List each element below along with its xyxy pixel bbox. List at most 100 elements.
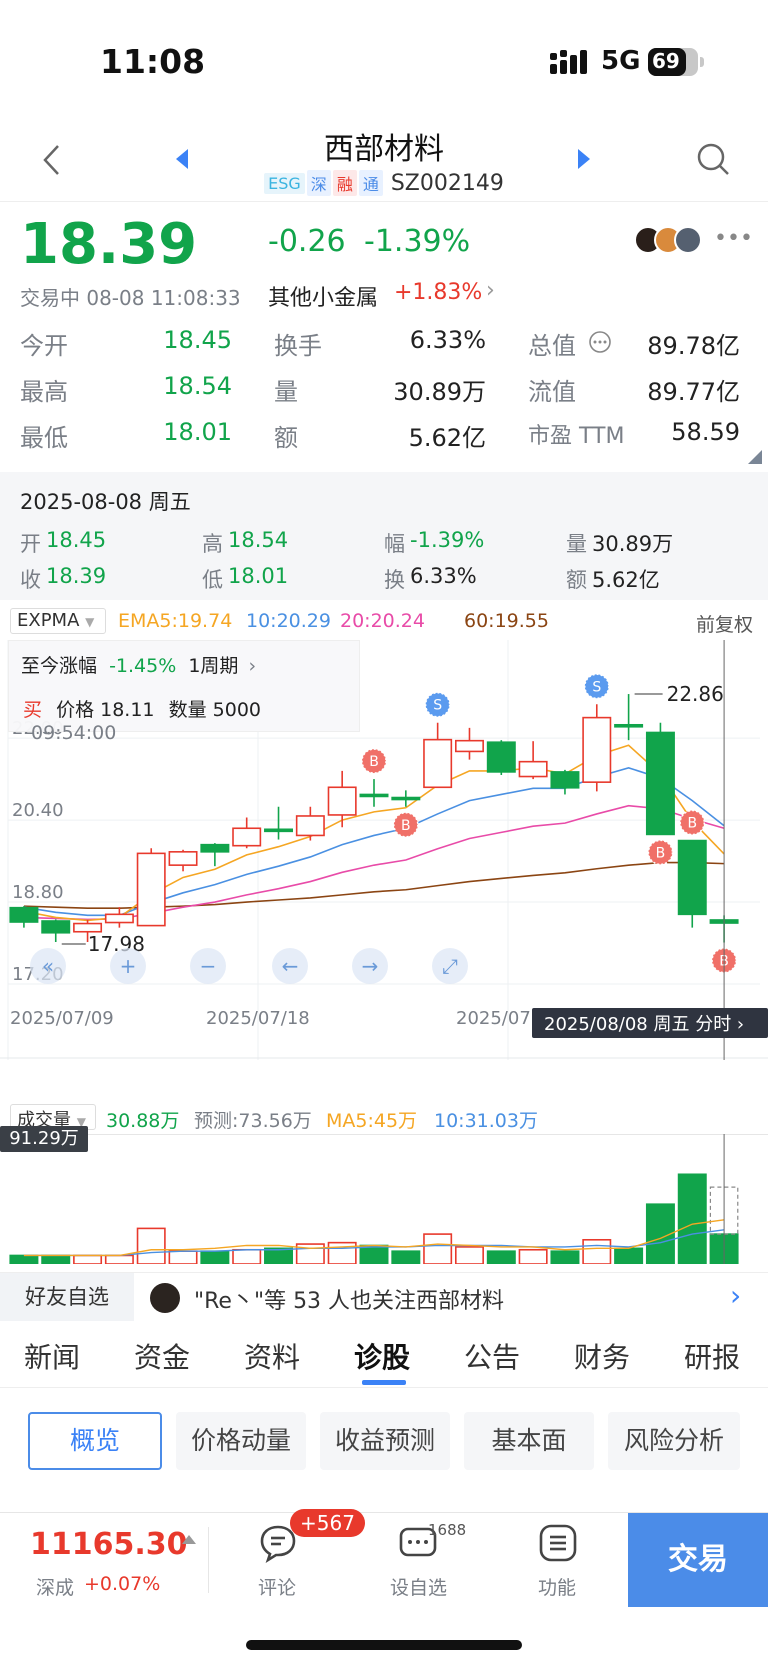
subtab-earnings-forecast[interactable]: 收益预测 — [320, 1412, 450, 1470]
scroll-right-icon[interactable]: → — [352, 948, 388, 984]
volume-bar — [423, 1233, 453, 1264]
subtab-risk-analysis[interactable]: 风险分析 — [608, 1412, 740, 1470]
day-date: 2025-08-08 周五 — [20, 490, 191, 514]
tab-announcements[interactable]: 公告 — [464, 1336, 520, 1376]
candle — [486, 740, 516, 775]
tab-diagnosis[interactable]: 诊股 — [354, 1336, 410, 1376]
interval-period[interactable]: 1周期 — [188, 655, 238, 677]
search-icon[interactable] — [696, 142, 730, 178]
tab-news[interactable]: 新闻 — [24, 1336, 80, 1376]
candle-body — [104, 913, 134, 924]
index-value[interactable]: 11165.30 — [30, 1527, 188, 1562]
more-icon[interactable]: ••• — [714, 226, 753, 251]
subtab-fundamentals[interactable]: 基本面 — [464, 1412, 594, 1470]
volume-bar — [391, 1250, 421, 1264]
avatar — [150, 1283, 180, 1313]
chevron-right-icon[interactable]: › — [730, 1279, 741, 1312]
day-label: 幅 — [384, 532, 405, 556]
signal-label: S — [433, 698, 442, 714]
day-value: 18.01 — [228, 564, 289, 588]
day-value: 18.45 — [46, 528, 107, 552]
candle-body — [136, 852, 166, 927]
ema5-value: EMA5:19.74 — [118, 610, 233, 632]
fullscreen-icon[interactable]: ⤢ — [432, 948, 468, 984]
friends-label: 好友自选 — [0, 1273, 134, 1321]
friends-watch-bar[interactable]: 好友自选 "Re丶"等 53 人也关注西部材料 › — [0, 1272, 768, 1321]
info-dots-icon[interactable] — [588, 330, 612, 354]
tab-research[interactable]: 研报 — [684, 1336, 740, 1376]
nav-button-glyph: ⤢ — [442, 954, 458, 978]
tag-esg[interactable]: ESG — [264, 172, 305, 194]
signal-marker: S — [584, 673, 610, 700]
tab-profile[interactable]: 资料 — [244, 1336, 300, 1376]
stat-label: 量 — [274, 378, 298, 406]
zoom-in-icon[interactable]: + — [110, 948, 146, 984]
candle — [9, 906, 39, 928]
menu-icon[interactable] — [538, 1523, 578, 1563]
y-tick-label: 20.40 — [12, 800, 64, 821]
x-tick-label: 2025/07 — [456, 1008, 531, 1029]
volume-bar — [136, 1227, 166, 1264]
price-change: -0.26 — [268, 224, 346, 259]
zoom-out-icon[interactable]: − — [190, 948, 226, 984]
tag-rong: 融 — [332, 170, 357, 196]
nav-button-glyph: ← — [282, 954, 299, 978]
sector-name[interactable]: 其他小金属 — [268, 280, 378, 312]
chevron-right-icon[interactable]: › — [248, 655, 256, 677]
function-label: 功能 — [538, 1577, 577, 1599]
trade-button[interactable]: 交易 — [628, 1513, 768, 1607]
indicator-select[interactable]: EXPMA ▼ — [10, 608, 106, 634]
home-indicator[interactable] — [246, 1640, 522, 1650]
tab-financials[interactable]: 财务 — [574, 1336, 630, 1376]
price-change-pct: -1.39% — [364, 224, 471, 259]
indicator-select-label: EXPMA — [17, 610, 80, 631]
candle — [454, 727, 484, 760]
signal-marker: S — [424, 691, 451, 718]
stat-label: 最低 — [20, 424, 68, 452]
active-tab-indicator — [362, 1380, 406, 1385]
stock-code: SZ002149 — [390, 170, 504, 196]
next-stock-icon[interactable] — [576, 148, 592, 170]
volume-bar — [168, 1250, 198, 1264]
day-label: 量 — [566, 532, 587, 556]
volume-bar — [200, 1250, 230, 1264]
avatar — [674, 226, 702, 254]
follower-avatars[interactable] — [634, 226, 708, 254]
watch-label: 设自选 — [390, 1577, 448, 1599]
volume-bar — [41, 1254, 71, 1264]
tag-shen: 深 — [306, 170, 331, 196]
stat-label: 额 — [274, 424, 298, 452]
day-label: 开 — [20, 532, 41, 556]
signal-label: B — [656, 845, 666, 861]
candle-body — [327, 786, 357, 816]
volume-chart[interactable] — [0, 1134, 768, 1264]
candle — [264, 806, 294, 840]
chevron-right-icon[interactable]: › — [486, 278, 495, 303]
x-tick-label: 2025/07/09 — [10, 1008, 114, 1029]
subtab-overview[interactable]: 概览 — [28, 1412, 162, 1470]
trade-status: 交易中 08-08 11:08:33 — [20, 286, 241, 310]
subtab-price-momentum[interactable]: 价格动量 — [176, 1412, 306, 1470]
caret-up-icon[interactable] — [182, 1535, 196, 1544]
day-value: 5.62亿 — [592, 568, 660, 592]
day-value: 30.89万 — [592, 532, 674, 556]
stat-value: 30.89万 — [393, 378, 486, 406]
candle-body — [518, 760, 548, 778]
day-label: 收 — [20, 568, 41, 592]
trade-price-label: 价格 — [56, 699, 95, 721]
stock-header: 西部材料 ESG 深 融 通 SZ002149 — [0, 118, 768, 202]
ema20-value: 20:20.24 — [340, 610, 425, 632]
rewind-icon[interactable]: « — [30, 948, 66, 984]
adjust-mode[interactable]: 前复权 — [696, 610, 753, 637]
bottom-toolbar: 11165.30 深成 +0.07% 评论 +567 1688 设自选 功能 交… — [0, 1509, 768, 1607]
candle — [41, 919, 71, 942]
network-type: 5G — [601, 46, 641, 76]
tab-funds[interactable]: 资金 — [134, 1336, 190, 1376]
signal-label: B — [687, 816, 697, 832]
trade-side: 买 — [23, 699, 43, 721]
candle — [232, 817, 262, 849]
stat-value: 5.62亿 — [408, 424, 486, 452]
volume-bar — [582, 1238, 612, 1264]
expand-corner-icon[interactable] — [748, 450, 762, 464]
scroll-left-icon[interactable]: ← — [272, 948, 308, 984]
